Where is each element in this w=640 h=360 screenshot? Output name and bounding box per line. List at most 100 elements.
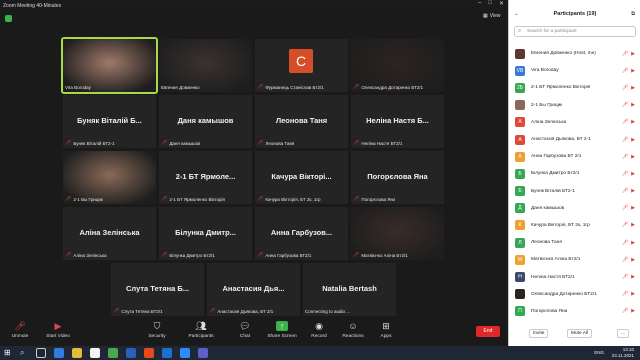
participant-row[interactable]: А Анастасия Дьякова, БТ 2-1 🎤︎ ▶︎	[509, 131, 640, 148]
more-button[interactable]: ...	[617, 329, 629, 338]
participant-row[interactable]: Л Леонова Таня 🎤︎ ▶︎	[509, 234, 640, 251]
video-tile[interactable]: Леонова Таня 🎤︎ Леонова Таня	[255, 95, 348, 148]
popout-icon[interactable]: ⧉	[631, 11, 635, 18]
participant-row[interactable]: Н Неліна Настя БТ2/1 🎤︎ ▶︎	[509, 268, 640, 285]
muted-mic-icon: 🎤︎	[621, 308, 629, 315]
video-tile[interactable]: Слута Тетяна Б... 🎤︎ Слута Тетяна БТ2/1	[111, 263, 204, 316]
participant-row[interactable]: Б Буняк Віталій БТ2-1 🎤︎ ▶︎	[509, 183, 640, 200]
participant-search-input[interactable]: ⌕ Search for a participant	[514, 26, 636, 37]
unmute-button[interactable]: 🎤︎ Unmute	[0, 321, 40, 339]
video-tile[interactable]: 🎤︎ 2-1 Бы Грицик	[63, 151, 156, 204]
windows-start-icon[interactable]: ⊞	[4, 348, 14, 358]
participant-name: 2-1 Бы Грицик	[531, 102, 563, 108]
participant-display-name: Даня камышов	[177, 116, 234, 125]
participant-status-icons: 🎤︎ ▶︎	[622, 257, 635, 263]
muted-mic-icon: 🎤︎	[257, 84, 264, 90]
muted-mic-icon: 🎤︎	[65, 252, 72, 258]
muted-mic-icon: 🎤︎	[621, 291, 629, 298]
participant-row[interactable]: 2-1 Бы Грицик 🎤︎ ▶︎	[509, 97, 640, 114]
participant-avatar: 2Б	[515, 82, 525, 93]
video-tile[interactable]: Даня камышов 🎤︎ Даня камышов	[159, 95, 252, 148]
language-indicator[interactable]: ENG	[594, 350, 604, 355]
participant-row[interactable]: Б Білунка Дмитро Бт2/1 🎤︎ ▶︎	[509, 165, 640, 182]
chevron-down-icon[interactable]: ⌄	[514, 11, 519, 17]
minimize-icon[interactable]: –	[478, 0, 481, 7]
video-tile[interactable]: 🎤︎ Олександра Дотаренко БТ2/1	[351, 39, 444, 92]
participant-display-name: Леонова Таня	[275, 116, 328, 125]
word-icon[interactable]	[126, 348, 136, 358]
video-tile[interactable]: Анна Гарбузов... 🎤︎ Анна Гарбузова БТ2/1	[255, 207, 348, 260]
store-icon[interactable]	[90, 348, 100, 358]
participant-name-label: 🎤︎ Анастасия Дьякова, БТ 2/1	[209, 308, 273, 314]
apps-button[interactable]: ⊞ Apps	[366, 321, 406, 339]
search-taskbar-icon[interactable]: ⌕	[20, 348, 30, 358]
participant-label-text: Анна Гарбузова БТ2/1	[265, 252, 312, 258]
window-title: Zoom Meeting 40-Minutes	[3, 2, 62, 9]
participants-button[interactable]: 👥︎ Participants	[181, 321, 221, 339]
task-view-icon[interactable]	[36, 348, 46, 358]
participant-row[interactable]: Олександра Дотаренко БТ2/1 🎤︎ ▶︎	[509, 286, 640, 303]
video-tile[interactable]: Vira Boroday	[61, 37, 158, 94]
video-tile[interactable]: C 🎤︎ Фурманець Станіслав Бт2/1	[255, 39, 348, 92]
video-tile[interactable]: Білунка Дмитр... 🎤︎ Білунка Дмитро Бт2/1	[159, 207, 252, 260]
participant-row[interactable]: VB Vira Boroday 🎤︎ ▶︎	[509, 62, 640, 79]
security-button[interactable]: ⛉ Security	[137, 321, 177, 339]
video-tile[interactable]: Natalia Bertash Connecting to audio ...	[303, 263, 396, 316]
video-tile[interactable]: Качура Вікторі... 🎤︎ Качура Вікторія, БТ 2…	[255, 151, 348, 204]
participant-row[interactable]: Д Даня камышов 🎤︎ ▶︎	[509, 200, 640, 217]
camera-off-icon: ▶︎	[631, 308, 635, 315]
start-video-button[interactable]: ▶︎ Start Video	[38, 321, 78, 339]
participant-status-icons: 🎤︎ ▶︎	[622, 68, 635, 74]
camera-off-icon: ▶︎	[631, 222, 635, 229]
muted-mic-icon: 🎤︎	[209, 308, 216, 314]
participant-avatar: Н	[515, 272, 525, 283]
video-tile[interactable]: 🎤︎ Матвієнко Аліна Бт2/1	[351, 207, 444, 260]
video-tile[interactable]: Аліна Зелінська 🎤︎ Аліна Зелінська	[63, 207, 156, 260]
end-button[interactable]: End	[476, 326, 500, 337]
mute-all-button[interactable]: Mute All	[567, 329, 593, 338]
chrome-icon[interactable]	[108, 348, 118, 358]
participant-row[interactable]: Евгения Довженко (Host, me) 🎤︎ ▶︎	[509, 45, 640, 62]
video-tile[interactable]: Неліна Настя Б... 🎤︎ Неліна Настя БТ2/1	[351, 95, 444, 148]
outlook-icon[interactable]	[162, 348, 172, 358]
participant-status-icons: 🎤︎ ▶︎	[622, 137, 635, 143]
participant-row[interactable]: П Погорєлова Яна 🎤︎ ▶︎	[509, 303, 640, 320]
participant-row[interactable]: М Матвієнко Аліна Бт2/1 🎤︎ ▶︎	[509, 251, 640, 268]
teams-icon[interactable]	[198, 348, 208, 358]
edge-icon[interactable]	[54, 348, 64, 358]
participant-name-label: 🎤︎ Буняк Віталій БТ2-1	[65, 140, 115, 146]
camera-off-icon: ▶︎	[631, 170, 635, 177]
invite-button[interactable]: Invite	[529, 329, 549, 338]
chat-button[interactable]: 💬︎ Chat	[225, 321, 265, 339]
file-explorer-icon[interactable]	[72, 348, 82, 358]
video-tile[interactable]: Евгения Довженко	[159, 39, 252, 92]
video-tile[interactable]: 2-1 БТ Ярмоле... 🎤︎ 2-1 БТ Ярмоленко Вікто…	[159, 151, 252, 204]
powerpoint-icon[interactable]	[144, 348, 154, 358]
video-tile[interactable]: Буняк Віталій Б... 🎤︎ Буняк Віталій БТ2-1	[63, 95, 156, 148]
security-shield-icon[interactable]	[5, 15, 12, 22]
camera-off-icon: ▶︎	[631, 136, 635, 143]
participant-row[interactable]: А Анна Гарбузова БТ 2/1 🎤︎ ▶︎	[509, 148, 640, 165]
meeting-toolbar: 🎤︎ Unmute ▶︎ Start Video ⛉ Security 👥︎ P…	[0, 318, 508, 346]
participant-avatar	[515, 48, 525, 59]
close-icon[interactable]: ✕	[499, 0, 504, 7]
participant-name-label: 🎤︎ Білунка Дмитро Бт2/1	[161, 252, 215, 258]
view-button[interactable]: ▦ View	[483, 13, 500, 19]
participant-status-icons: 🎤︎ ▶︎	[622, 274, 635, 280]
muted-mic-icon: 🎤︎	[621, 50, 629, 57]
video-tile[interactable]: Погорєлова Яна 🎤︎ Погорєлова Яна	[351, 151, 444, 204]
participant-name: Анна Гарбузова БТ 2/1	[531, 154, 582, 160]
video-tile[interactable]: Анастасия Дья... 🎤︎ Анастасия Дьякова, БТ …	[207, 263, 300, 316]
muted-mic-icon: 🎤︎	[621, 188, 629, 195]
maximize-icon[interactable]: □	[488, 0, 492, 7]
share-screen-label: Share Screen	[267, 334, 297, 339]
participant-display-name: Аліна Зелінська	[79, 228, 140, 237]
muted-mic-icon: 🎤︎	[621, 102, 629, 109]
participant-row[interactable]: 2Б 2-1 БТ Ярмоленко Вікторія 🎤︎ ▶︎	[509, 79, 640, 96]
zoom-icon[interactable]	[180, 348, 190, 358]
share-screen-button[interactable]: ↑ Share Screen	[262, 321, 302, 339]
participant-row[interactable]: К Качура Вікторія, БТ 2к, 1гр 🎤︎ ▶︎	[509, 217, 640, 234]
clock[interactable]: 13:10 23.11.2021	[612, 347, 634, 358]
muted-mic-icon: 🎤︎	[621, 205, 629, 212]
participant-row[interactable]: А Аліна Зелінська 🎤︎ ▶︎	[509, 114, 640, 131]
